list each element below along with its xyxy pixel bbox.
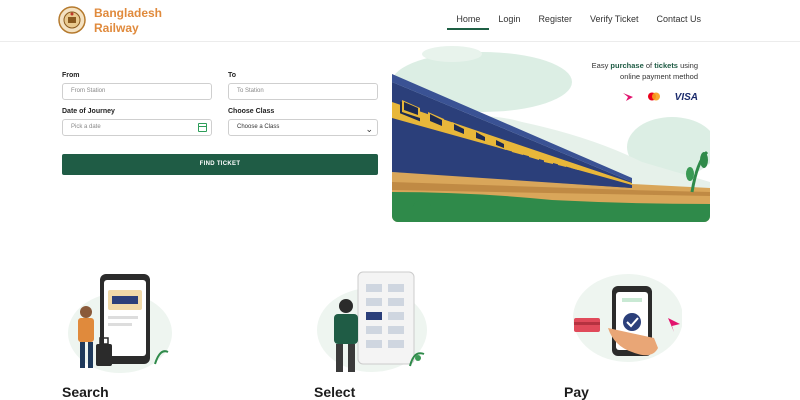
step-pay-label: Pay xyxy=(564,384,589,400)
hero-banner: Easy purchase of tickets using online pa… xyxy=(392,42,710,222)
from-station-input[interactable]: From Station xyxy=(62,83,212,100)
payment-methods: VISA xyxy=(622,88,698,106)
nav-register[interactable]: Register xyxy=(529,12,581,30)
mastercard-icon xyxy=(647,88,661,106)
from-label: From xyxy=(62,72,80,79)
site-header: Bangladesh Railway Home Login Register V… xyxy=(0,0,800,42)
main-nav: Home Login Register Verify Ticket Contac… xyxy=(447,12,710,30)
step-search-label: Search xyxy=(62,384,109,400)
date-placeholder: Pick a date xyxy=(71,124,101,130)
step-select-label: Select xyxy=(314,384,356,400)
date-of-journey-input[interactable]: Pick a date xyxy=(62,119,212,136)
brand-line-1: Bangladesh xyxy=(94,6,163,20)
class-select[interactable]: Choose a Class ⌄ xyxy=(228,119,378,136)
class-select-value: Choose a Class xyxy=(237,124,280,130)
brand-line-2: Railway xyxy=(94,21,139,35)
step-select-illustration xyxy=(312,268,432,378)
class-label: Choose Class xyxy=(228,108,275,115)
calendar-icon[interactable] xyxy=(198,123,207,132)
bkash-icon xyxy=(622,88,633,106)
nav-home[interactable]: Home xyxy=(447,12,490,30)
step-pay-illustration xyxy=(562,268,683,378)
to-label: To xyxy=(228,72,237,79)
brand-name[interactable]: Bangladesh Railway xyxy=(94,6,162,36)
tagline-using: using xyxy=(677,61,698,70)
tagline-pre: Easy xyxy=(591,61,611,70)
tagline-tickets: tickets xyxy=(654,61,678,70)
nav-contact-us[interactable]: Contact Us xyxy=(647,12,710,30)
hero-tagline: Easy purchase of tickets using online pa… xyxy=(592,60,698,82)
date-label: Date of Journey xyxy=(62,108,115,115)
railway-logo-icon[interactable] xyxy=(58,5,86,35)
find-ticket-button[interactable]: FIND TICKET xyxy=(62,154,378,175)
tagline-line-2: online payment method xyxy=(620,72,698,81)
chevron-down-icon: ⌄ xyxy=(365,124,373,134)
tagline-purchase: purchase xyxy=(610,61,644,70)
to-station-input[interactable]: To Station xyxy=(228,83,378,100)
step-search-illustration xyxy=(60,268,180,378)
tagline-of: of xyxy=(643,61,655,70)
nav-login[interactable]: Login xyxy=(489,12,529,30)
visa-icon: VISA xyxy=(674,91,698,103)
nav-verify-ticket[interactable]: Verify Ticket xyxy=(581,12,648,30)
